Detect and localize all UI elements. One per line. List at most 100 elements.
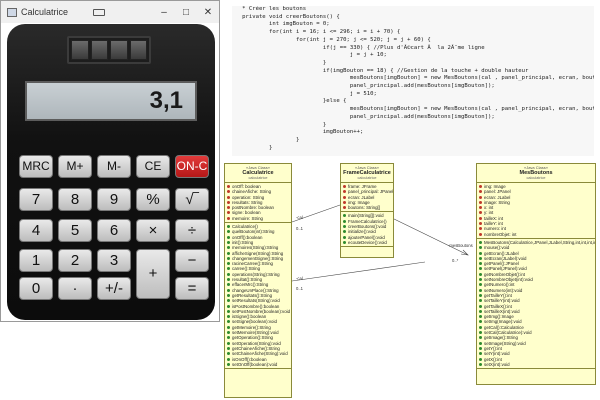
method-icon — [479, 341, 482, 345]
method-icon — [227, 278, 230, 282]
link-label: 0..1 — [296, 286, 303, 291]
method-icon — [227, 235, 230, 239]
method-text: carree():String — [232, 266, 261, 272]
attribute-text: operation: String — [232, 194, 265, 200]
method-icon — [227, 272, 230, 276]
attributes-section: img: Image panel: JPanel ecran: JLabel imag… — [477, 183, 595, 239]
attribute-row: nombreObjet: int — [479, 232, 593, 237]
method-icon — [479, 309, 482, 313]
method-text: setChaineAfiche(String):void — [232, 351, 288, 357]
method-text: setMemoire(String):void — [232, 330, 279, 336]
field-icon — [343, 200, 346, 204]
field-icon — [227, 195, 230, 199]
method-text: effacerMrc():String — [232, 282, 269, 288]
field-icon — [343, 206, 346, 210]
method-icon — [479, 256, 482, 260]
method-icon — [227, 225, 230, 229]
methods-section: main(String[]):void FrameCalculatrice() cr… — [341, 212, 393, 248]
method-icon — [227, 256, 230, 260]
method-text: changeUnPlace():String — [232, 287, 279, 293]
method-icon — [479, 331, 482, 335]
method-text: setOnOff(boolean):void — [232, 361, 278, 367]
link-label: 0..1 — [296, 226, 303, 231]
method-text: setImage(String):void — [484, 340, 526, 346]
method-text: setOperation(String):void — [232, 340, 281, 346]
method-text: operations(String):String — [232, 271, 280, 277]
link-label: 0..* — [452, 258, 459, 263]
method-icon — [479, 346, 482, 350]
field-icon — [479, 195, 482, 199]
method-icon — [479, 357, 482, 361]
method-icon — [479, 267, 482, 271]
attribute-text: boutons: String[] — [348, 205, 380, 211]
method-icon — [479, 246, 482, 250]
method-text: init():String — [232, 239, 254, 245]
method-text: MesBoutons(Calculatrice,JPanel,JLabel,St… — [484, 239, 596, 245]
method-icon — [479, 240, 482, 244]
attribute-text: memoire: String — [232, 215, 263, 221]
attribute-text: y: int — [484, 210, 494, 216]
method-text: setImg(Image):void — [484, 319, 522, 325]
method-text: getChaineAfiche():String — [232, 345, 280, 351]
method-text: changementSigne():String — [232, 255, 284, 261]
field-icon — [479, 206, 482, 210]
attribute-text: image: String — [484, 199, 510, 205]
method-icon — [227, 331, 230, 335]
method-icon — [227, 357, 230, 361]
field-icon — [343, 190, 346, 194]
field-icon — [227, 216, 230, 220]
attribute-text: frame: JFrame — [348, 184, 377, 189]
method-row: setOnOff(boolean):void — [227, 362, 289, 367]
uml-class-framecalculatrice[interactable]: «Java Class» FrameCalculatrice calculatr… — [340, 163, 394, 258]
method-icon — [479, 272, 482, 276]
method-text: quelBouton(int):String — [232, 229, 275, 235]
method-text: setResultats(String):void — [232, 298, 280, 304]
field-icon — [479, 190, 482, 194]
package-name: calculatrice — [526, 176, 546, 180]
link-label: -mesBoutons — [448, 243, 473, 248]
method-icon — [227, 320, 230, 324]
attribute-text: tailleY: int — [484, 221, 503, 227]
attribute-text: chaineAfiche: String — [232, 189, 272, 195]
method-icon — [227, 346, 230, 350]
attribute-text: ecran: JLabel — [484, 194, 511, 200]
field-icon — [479, 216, 482, 220]
method-text: getResultats():String — [232, 292, 273, 298]
method-text: setCal(Calculatrice):void — [484, 330, 532, 336]
method-text: getTailleY():int — [484, 292, 512, 298]
field-icon — [479, 232, 482, 236]
attribute-text: x: int — [484, 205, 494, 211]
method-icon — [343, 219, 346, 223]
field-icon — [343, 195, 346, 199]
method-icon — [227, 288, 230, 292]
method-icon — [343, 230, 346, 234]
uml-class-mesboutons[interactable]: «Java Class» MesBoutons calculatrice img… — [476, 163, 596, 385]
package-name: calculatrice — [357, 176, 377, 180]
attribute-row: boutons: String[] — [343, 205, 391, 210]
method-icon — [227, 283, 230, 287]
method-text: getX():int — [484, 356, 502, 362]
method-icon — [479, 336, 482, 340]
method-icon — [479, 283, 482, 287]
attribute-text: numero: int — [484, 226, 506, 232]
method-text: getY():int — [484, 345, 502, 351]
method-icon — [479, 262, 482, 266]
uml-class-calculatrice[interactable]: «Java Class» Calculatrice calculatrice o… — [224, 163, 292, 398]
method-icon — [227, 341, 230, 345]
link-label: -cal — [296, 276, 303, 281]
method-icon — [227, 267, 230, 271]
method-text: setEcran(JLabel):void — [484, 255, 527, 261]
method-text: getImg():Image — [484, 314, 514, 320]
method-icon — [479, 362, 482, 366]
method-row: ecouteDevice():void — [343, 240, 391, 245]
method-text: getOperation():String — [232, 335, 273, 341]
method-text: isOnOff():boolean — [232, 356, 267, 362]
attribute-text: signe: boolean — [232, 210, 261, 216]
method-text: getCal():Calculatrice — [484, 324, 524, 330]
method-icon — [479, 352, 482, 356]
method-icon — [479, 325, 482, 329]
method-text: setNumero(int):void — [484, 287, 523, 293]
method-icon — [227, 352, 230, 356]
method-text: onOff():boolean — [232, 234, 263, 240]
method-icon — [479, 251, 482, 255]
